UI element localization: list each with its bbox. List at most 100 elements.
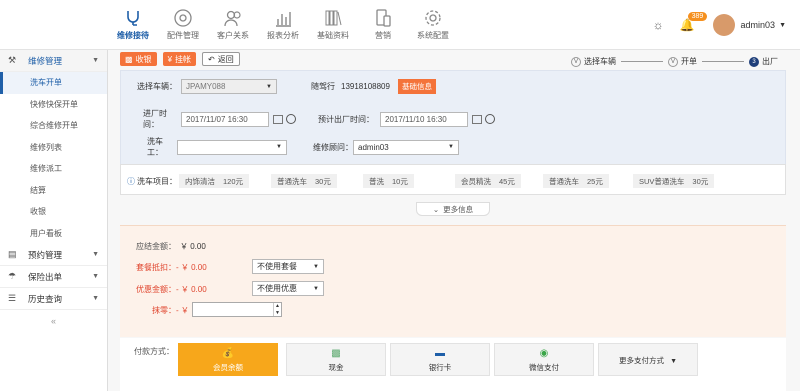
step-icon: 3 xyxy=(749,56,759,67)
washer-select[interactable]: ▼ xyxy=(177,139,287,155)
sidebar-item-settlement[interactable]: 结算 xyxy=(0,180,107,202)
book-icon: ▤ xyxy=(8,249,17,259)
vehicle-info-panel: 选择车辆： JPAMY088 ▼ 随驾行 13918108809 基础信息 进厂… xyxy=(120,70,786,174)
exit-time-label: 预计出厂时间： xyxy=(318,114,374,124)
package-select[interactable]: 不使用套餐 ▼ xyxy=(252,259,324,274)
services-heading: ⓘ 洗车项目： xyxy=(127,176,177,187)
chevron-down-icon[interactable]: ▼ xyxy=(779,22,786,29)
cash-button[interactable]: ▩ 现金 xyxy=(286,343,386,376)
caret-down-icon: ▼ xyxy=(448,144,454,150)
receivable-value: ￥ 0.00 xyxy=(180,242,206,251)
vehicle-row: 选择车辆： JPAMY088 ▼ 随驾行 13918108809 基础信息 xyxy=(137,79,436,94)
sidebar-item-cashier[interactable]: 收银 xyxy=(0,201,107,223)
step-label: 出厂 xyxy=(762,57,778,66)
discount-label: 优惠金额： xyxy=(136,285,176,294)
wipe-amount-input[interactable]: ▲ ▼ xyxy=(192,302,282,317)
wipe-amount-field[interactable] xyxy=(193,303,273,316)
nav-item-reports[interactable]: 报表分析 xyxy=(258,6,308,41)
sidebar-item-dispatch[interactable]: 维修派工 xyxy=(0,158,107,180)
exit-time-value: 2017/11/10 16:30 xyxy=(385,114,447,124)
advisor-select[interactable]: admin03 ▼ xyxy=(353,139,459,155)
wrench-icon: ⚒ xyxy=(8,55,17,65)
step-open-order: V 开单 xyxy=(668,56,697,67)
member-balance-button[interactable]: 💰 会员余额 xyxy=(178,343,278,376)
back-button[interactable]: ↶ 返回 xyxy=(202,52,240,66)
step-connector xyxy=(621,61,663,62)
username[interactable]: admin03 xyxy=(741,20,776,30)
support-icon[interactable]: ☼ xyxy=(653,18,664,32)
service-item[interactable]: 普洗 10元 xyxy=(363,174,414,188)
service-item[interactable]: 普通洗车 30元 xyxy=(271,174,337,188)
nav-item-parts[interactable]: 配件管理 xyxy=(158,6,208,41)
service-price: 120元 xyxy=(223,176,244,186)
clock-icon[interactable] xyxy=(485,114,495,124)
notification-bell[interactable]: 🔔 389 xyxy=(680,12,708,32)
payment-method-label: 付款方式： xyxy=(134,347,174,356)
pay-label: 现金 xyxy=(328,363,344,372)
users-icon xyxy=(208,6,258,30)
wechat-pay-button[interactable]: ◉ 微信支付 xyxy=(494,343,594,376)
entry-time-input[interactable]: 2017/11/07 16:30 xyxy=(181,111,269,127)
entry-time-value: 2017/11/07 16:30 xyxy=(186,114,248,124)
washer-label: 洗车工： xyxy=(147,137,163,157)
action-toolbar: ▩ 收银 ¥ 挂帐 ↶ 返回 xyxy=(120,52,240,66)
more-payment-button[interactable]: 更多支付方式 ▼ xyxy=(598,343,698,376)
receivable-label: 应结金额： xyxy=(136,242,176,251)
basic-info-button[interactable]: 基础信息 xyxy=(397,79,436,94)
service-item[interactable]: SUV普通洗车 30元 xyxy=(633,174,715,188)
more-info-button[interactable]: ⌄ 更多信息 xyxy=(416,202,490,216)
sidebar-item-repair-list[interactable]: 维修列表 xyxy=(0,137,107,159)
avatar[interactable] xyxy=(712,14,735,36)
more-info-label: 更多信息 xyxy=(443,204,474,214)
advisor-label: 维修顾问： xyxy=(313,142,353,152)
time-row: 进厂时间： 2017/11/07 16:30 预计出厂时间： 2017/11/1… xyxy=(143,108,495,130)
exit-time-input[interactable]: 2017/11/10 16:30 xyxy=(380,111,468,127)
sidebar-group-repair[interactable]: ⚒ 维修管理 ▼ xyxy=(0,50,107,72)
bank-card-button[interactable]: ▬ 银行卡 xyxy=(390,343,490,376)
collect-button[interactable]: ▩ 收银 xyxy=(120,52,157,66)
nav-item-basic-data[interactable]: 基础资料 xyxy=(308,6,358,41)
discount-select[interactable]: 不使用优惠 ▼ xyxy=(252,281,324,296)
service-item[interactable]: 会员精洗 45元 xyxy=(455,174,521,188)
sidebar-collapse-button[interactable]: « xyxy=(29,316,79,326)
nav-item-settings[interactable]: 系统配置 xyxy=(408,6,458,41)
sidebar-group-history[interactable]: ☰ 历史查询 ▼ xyxy=(0,288,107,310)
service-name: 内饰清洁 xyxy=(185,176,215,186)
entry-time-label: 进厂时间： xyxy=(143,109,167,129)
calendar-icon[interactable] xyxy=(273,114,283,124)
collect-label: 收银 xyxy=(135,54,152,64)
vehicle-select[interactable]: JPAMY088 ▼ xyxy=(181,79,277,94)
nav-item-marketing[interactable]: 营销 xyxy=(358,6,408,41)
vehicle-value: JPAMY088 xyxy=(186,82,226,91)
service-item[interactable]: 普通洗车 25元 xyxy=(543,174,609,188)
service-item[interactable]: 内饰清洁 120元 xyxy=(179,174,250,188)
service-name: 会员精洗 xyxy=(461,176,491,186)
sidebar-group-appointment[interactable]: ▤ 预约管理 ▼ xyxy=(0,244,107,266)
chevron-down-circle-icon: ⌄ xyxy=(432,204,440,214)
clock-icon[interactable] xyxy=(286,114,296,124)
books-icon xyxy=(308,6,358,30)
driver-label: 随驾行 xyxy=(311,82,335,91)
nav-label: 报表分析 xyxy=(267,31,299,40)
service-price: 25元 xyxy=(587,176,603,186)
sidebar-item-quick-repair-order[interactable]: 快修快保开单 xyxy=(0,94,107,116)
chevron-down-icon: ▼ xyxy=(92,295,99,302)
sidebar-group-insurance[interactable]: ☂ 保险出单 ▼ xyxy=(0,266,107,288)
services-label: 洗车项目： xyxy=(137,177,177,186)
pay-label: 更多支付方式 xyxy=(618,356,664,365)
service-name: 普洗 xyxy=(369,176,384,186)
charge-account-button[interactable]: ¥ 挂帐 xyxy=(162,52,197,66)
sidebar-item-general-repair-order[interactable]: 综合维修开单 xyxy=(0,115,107,137)
calendar-icon[interactable] xyxy=(472,114,482,124)
sidebar-item-user-board[interactable]: 用户看板 xyxy=(0,223,107,245)
chevron-down-icon: ▼ xyxy=(92,251,99,258)
package-value: - ￥ 0.00 xyxy=(176,263,207,272)
wipe-label: 抹零： xyxy=(152,306,176,315)
spinner-arrows-icon[interactable]: ▲ ▼ xyxy=(273,303,281,316)
step-select-vehicle: V 选择车辆 xyxy=(571,56,616,67)
nav-item-repair-reception[interactable]: 维修接待 xyxy=(108,6,158,41)
stethoscope-icon xyxy=(108,6,158,30)
nav-item-customers[interactable]: 客户关系 xyxy=(208,6,258,41)
user-area: ☼ 🔔 389 admin03 ▼ xyxy=(653,12,786,36)
sidebar-item-car-wash-order[interactable]: 洗车开单 xyxy=(0,72,107,94)
